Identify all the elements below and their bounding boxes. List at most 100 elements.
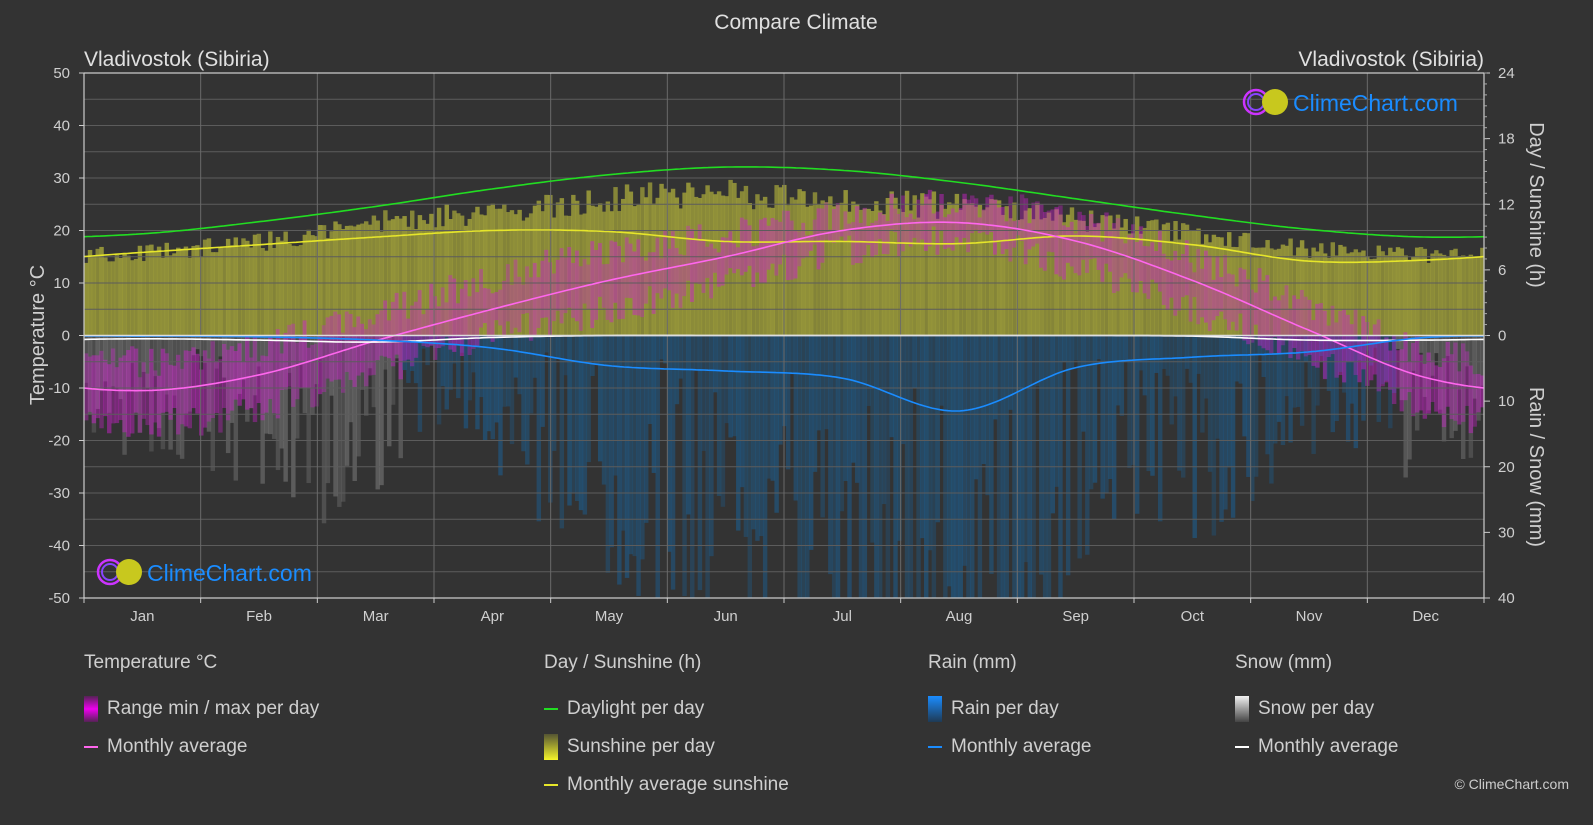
temp-range-day-bar [862, 207, 868, 256]
sunshine-day-bar [133, 258, 139, 336]
rain-day-bar [759, 335, 764, 537]
legend-label: Monthly average [1258, 736, 1399, 757]
temp-range-day-bar [728, 231, 733, 269]
temp-range-day-bar [118, 357, 123, 421]
temp-range-day-bar [989, 194, 994, 233]
sunshine-day-bar [287, 243, 292, 336]
temp-range-day-bar [751, 246, 756, 287]
left-tick-label: 10 [53, 275, 70, 292]
legend-item-rain: Rain per day [928, 690, 1091, 728]
temp-range-day-bar [306, 347, 311, 388]
temp-range-day-bar [1207, 255, 1213, 332]
temp-range-day-bar [555, 259, 561, 311]
rain-day-bar [540, 335, 545, 427]
rain-day-bar [498, 335, 503, 476]
temp-range-day-bar [1319, 303, 1324, 362]
temp-range-day-bar [398, 308, 403, 380]
temp-range-day-bar [686, 225, 691, 281]
temp-range-day-bar [993, 199, 998, 255]
temp-range-day-bar [674, 248, 680, 294]
sunshine-day-bar [95, 248, 100, 336]
x-tick-label: Jul [833, 608, 852, 625]
temp-range-day-bar [245, 336, 250, 410]
rain-day-bar [1008, 335, 1013, 410]
temp-range-day-bar [1058, 205, 1063, 277]
rain-day-bar [709, 335, 714, 557]
temp-range-day-bar [927, 189, 933, 247]
rain-day-bar [597, 335, 603, 462]
temp-range-day-bar [264, 356, 269, 413]
sunshine-day-bar [1445, 256, 1451, 336]
rain-day-bar [475, 335, 480, 430]
chart-title: Compare Climate [714, 11, 877, 34]
sunshine-day-bar [172, 253, 177, 336]
rain-day-bar [1196, 335, 1201, 374]
sunshine-day-bar [122, 253, 127, 336]
temp-range-day-bar [739, 217, 745, 276]
legend-label: Rain per day [951, 698, 1059, 719]
rain-day-bar [1092, 335, 1098, 483]
sunshine-day-bar [885, 197, 891, 336]
temp-range-day-bar [1092, 223, 1098, 259]
sunshine-day-bar [1016, 219, 1021, 336]
temp-range-day-bar [1246, 279, 1251, 345]
sunshine-day-bar [1372, 258, 1378, 336]
temp-range-day-bar [931, 213, 937, 227]
temp-range-day-bar [294, 342, 300, 400]
temp-range-day-bar [1464, 351, 1470, 406]
sunshine-day-bar [1349, 252, 1355, 336]
rain-day-bar [686, 335, 691, 515]
temp-range-day-bar [1115, 218, 1121, 292]
temp-range-day-bar [206, 358, 212, 422]
x-tick-label: Jan [130, 608, 154, 625]
temp-range-day-bar [582, 258, 588, 304]
temp-range-day-bar [1062, 225, 1067, 280]
legend-item-snow: Snow per day [1235, 690, 1398, 728]
temp-range-day-bar [1054, 207, 1059, 275]
watermark-bottom: ClimeChart.com [96, 558, 312, 586]
rain-day-bar [808, 335, 814, 550]
sunshine-day-bar [145, 245, 150, 336]
temp-range-day-bar [1031, 202, 1036, 247]
rain-day-bar [436, 335, 442, 425]
temp-range-day-bar [176, 354, 181, 435]
temp-range-day-bar [601, 264, 607, 308]
legend-label: Monthly average [951, 736, 1092, 757]
temp-range-day-bar [682, 255, 687, 297]
sunshine-day-bar [1430, 253, 1435, 336]
rain-day-bar [1077, 335, 1082, 559]
temp-range-day-bar [1345, 314, 1351, 362]
rain-day-bar [981, 335, 986, 465]
copyright: © ClimeChart.com [1454, 776, 1569, 792]
rain-day-bar [1200, 335, 1205, 433]
sunshine-day-bar [1326, 257, 1332, 336]
temp-avg-line-icon [84, 746, 98, 748]
sunshine-day-bar [310, 235, 315, 336]
rain-day-bar [1180, 335, 1186, 478]
rain-day-bar [636, 335, 641, 596]
temp-range-day-bar [1242, 269, 1247, 341]
temp-range-day-bar [985, 197, 990, 235]
temp-range-day-bar [609, 240, 614, 323]
temp-range-day-bar [425, 309, 430, 348]
temp-range-day-bar [172, 365, 177, 409]
rain-day-bar [1023, 335, 1029, 563]
rain-day-bar [1265, 335, 1270, 455]
temp-range-day-bar [364, 329, 369, 387]
sunshine-day-bar [225, 238, 231, 336]
temp-range-day-bar [1192, 272, 1197, 297]
rain-day-bar [1188, 335, 1194, 383]
temp-range-day-bar [145, 373, 150, 426]
sunshine-day-bar [156, 246, 162, 336]
sunshine-day-bar [1476, 256, 1481, 336]
sunshine-day-bar [191, 245, 196, 336]
sunshine-day-bar [87, 249, 93, 336]
rain-day-bar [617, 335, 622, 585]
sunshine-day-bar [214, 252, 219, 336]
temp-range-day-bar [1123, 243, 1128, 274]
rain-day-bar [528, 335, 534, 414]
rain-day-bar [816, 335, 822, 431]
temp-range-day-bar [881, 214, 887, 254]
temp-range-day-bar [1296, 299, 1301, 360]
temp-range-day-bar [820, 208, 825, 263]
